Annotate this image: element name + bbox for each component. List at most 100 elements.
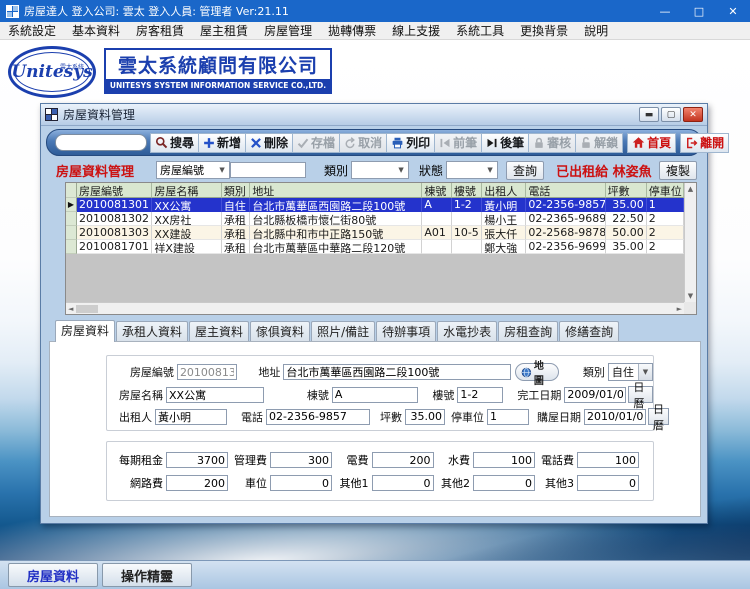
table-cell[interactable]: A01	[422, 226, 451, 240]
search-field-dropdown[interactable]: 房屋編號 ▼	[156, 161, 230, 179]
building-field[interactable]	[332, 387, 418, 403]
copy-button[interactable]: 複製	[659, 161, 697, 180]
table-cell[interactable]: 台北市萬華區中華路二段120號	[250, 240, 422, 254]
exit-button[interactable]: 離開	[680, 133, 729, 153]
house-id-field[interactable]	[177, 364, 237, 380]
table-cell[interactable]	[452, 212, 482, 226]
fee-field[interactable]	[166, 452, 228, 468]
column-header[interactable]: 地址	[250, 183, 422, 198]
tab-5[interactable]: 照片/備註	[311, 321, 375, 342]
table-cell[interactable]: 自住	[222, 198, 250, 212]
toolbar-search-input[interactable]	[55, 134, 147, 151]
fee-field[interactable]	[577, 452, 639, 468]
table-cell[interactable]: 02-2356-9857	[526, 198, 605, 212]
print-button[interactable]: 列印	[386, 133, 435, 153]
fee-field[interactable]	[473, 475, 535, 491]
table-cell[interactable]: XX公寓	[152, 198, 222, 212]
add-button[interactable]: 新增	[198, 133, 246, 153]
inner-title-bar[interactable]: 房屋資料管理 ▬ ▢ ✕	[41, 104, 707, 126]
menu-item[interactable]: 系統設定	[0, 22, 64, 40]
table-cell[interactable]: 35.00	[606, 198, 647, 212]
table-cell[interactable]: A	[422, 198, 451, 212]
house-name-field[interactable]	[166, 387, 264, 403]
table-cell[interactable]: 楊小王	[482, 212, 526, 226]
table-cell[interactable]: 10-5	[452, 226, 482, 240]
column-header[interactable]: 樓號	[452, 183, 482, 198]
minimize-button[interactable]: —	[648, 0, 682, 22]
floor-field[interactable]	[457, 387, 503, 403]
menu-item[interactable]: 更換背景	[512, 22, 576, 40]
tab-2[interactable]: 承租人資料	[116, 321, 188, 342]
column-header[interactable]: 坪數	[606, 183, 647, 198]
purchase-calendar-button[interactable]: 日曆	[648, 408, 669, 425]
menu-item[interactable]: 線上支援	[384, 22, 448, 40]
scroll-right-icon[interactable]: ►	[677, 305, 682, 313]
map-button[interactable]: 地圖	[515, 363, 559, 381]
menu-item[interactable]: 基本資料	[64, 22, 128, 40]
table-cell[interactable]: 2	[647, 226, 684, 240]
table-row[interactable]: 2010081303XX建設承租台北縣中和市中正路150號A0110-5張大仟0…	[66, 226, 684, 240]
table-cell[interactable]: 黃小明	[482, 198, 526, 212]
search-button[interactable]: 搜尋	[150, 133, 199, 153]
table-cell[interactable]: 鄭大強	[482, 240, 526, 254]
column-header[interactable]: 房屋名稱	[152, 183, 222, 198]
audit-button[interactable]: 審核	[528, 133, 576, 153]
address-field[interactable]	[283, 364, 511, 380]
fee-field[interactable]	[577, 475, 639, 491]
inner-close-button[interactable]: ✕	[683, 107, 703, 122]
menu-item[interactable]: 屋主租賃	[192, 22, 256, 40]
table-cell[interactable]: 02-2568-9878	[526, 226, 605, 240]
table-cell[interactable]: 1	[647, 198, 684, 212]
table-cell[interactable]: 祥X建設	[152, 240, 222, 254]
vertical-scrollbar[interactable]: ▲ ▼	[684, 183, 696, 302]
filter-keyword-input[interactable]	[230, 162, 306, 178]
table-cell[interactable]: 承租	[222, 212, 250, 226]
table-cell[interactable]: XX房社	[152, 212, 222, 226]
tab-1[interactable]: 房屋資料	[55, 320, 115, 342]
row-select-indicator[interactable]	[66, 240, 77, 254]
menu-item[interactable]: 房屋管理	[256, 22, 320, 40]
next-button[interactable]: 後筆	[481, 133, 529, 153]
landlord-field[interactable]	[155, 409, 227, 425]
inner-maximize-button[interactable]: ▢	[661, 107, 681, 122]
area-field[interactable]	[405, 409, 445, 425]
fee-field[interactable]	[166, 475, 228, 491]
table-cell[interactable]: 02-2356-9699	[526, 240, 605, 254]
tab-6[interactable]: 待辦事項	[376, 321, 436, 342]
table-cell[interactable]: 22.50	[606, 212, 647, 226]
tab-3[interactable]: 屋主資料	[189, 321, 249, 342]
table-cell[interactable]: 2010081301	[77, 198, 152, 212]
scroll-down-icon[interactable]: ▼	[688, 292, 693, 300]
category-filter-dropdown[interactable]: ▼	[351, 161, 409, 179]
column-header[interactable]: 棟號	[422, 183, 451, 198]
table-cell[interactable]: 2010081701	[77, 240, 152, 254]
table-cell[interactable]: 1-2	[452, 198, 482, 212]
tab-8[interactable]: 房租查詢	[498, 321, 558, 342]
table-row[interactable]: 2010081302XX房社承租台北縣板橋市懷仁街80號楊小王02-2365-9…	[66, 212, 684, 226]
table-cell[interactable]: 2	[647, 240, 684, 254]
status-filter-dropdown[interactable]: ▼	[446, 161, 498, 179]
tab-7[interactable]: 水電抄表	[437, 321, 497, 342]
row-select-indicator[interactable]: ▶	[66, 198, 77, 212]
row-select-indicator[interactable]	[66, 226, 77, 240]
scroll-up-icon[interactable]: ▲	[688, 185, 693, 193]
table-cell[interactable]: 台北縣中和市中正路150號	[250, 226, 422, 240]
close-button[interactable]: ✕	[716, 0, 750, 22]
taskbar-tab[interactable]: 操作精靈	[102, 563, 192, 587]
taskbar-tab[interactable]: 房屋資料	[8, 563, 98, 587]
completion-date-field[interactable]	[564, 387, 626, 403]
delete-button[interactable]: 刪除	[245, 133, 293, 153]
table-cell[interactable]	[452, 240, 482, 254]
scroll-left-icon[interactable]: ◄	[68, 305, 73, 313]
cancel-button[interactable]: 取消	[339, 133, 387, 153]
menu-item[interactable]: 系統工具	[448, 22, 512, 40]
unlock-button[interactable]: 解鎖	[575, 133, 623, 153]
table-cell[interactable]: 張大仟	[482, 226, 526, 240]
table-cell[interactable]: 35.00	[606, 240, 647, 254]
menu-item[interactable]: 拋轉傳票	[320, 22, 384, 40]
table-cell[interactable]: 50.00	[606, 226, 647, 240]
table-cell[interactable]: 承租	[222, 226, 250, 240]
table-cell[interactable]: 02-2365-9689	[526, 212, 605, 226]
table-row[interactable]: 2010081701祥X建設承租台北市萬華區中華路二段120號鄭大強02-235…	[66, 240, 684, 254]
column-header[interactable]: 房屋編號	[77, 183, 152, 198]
